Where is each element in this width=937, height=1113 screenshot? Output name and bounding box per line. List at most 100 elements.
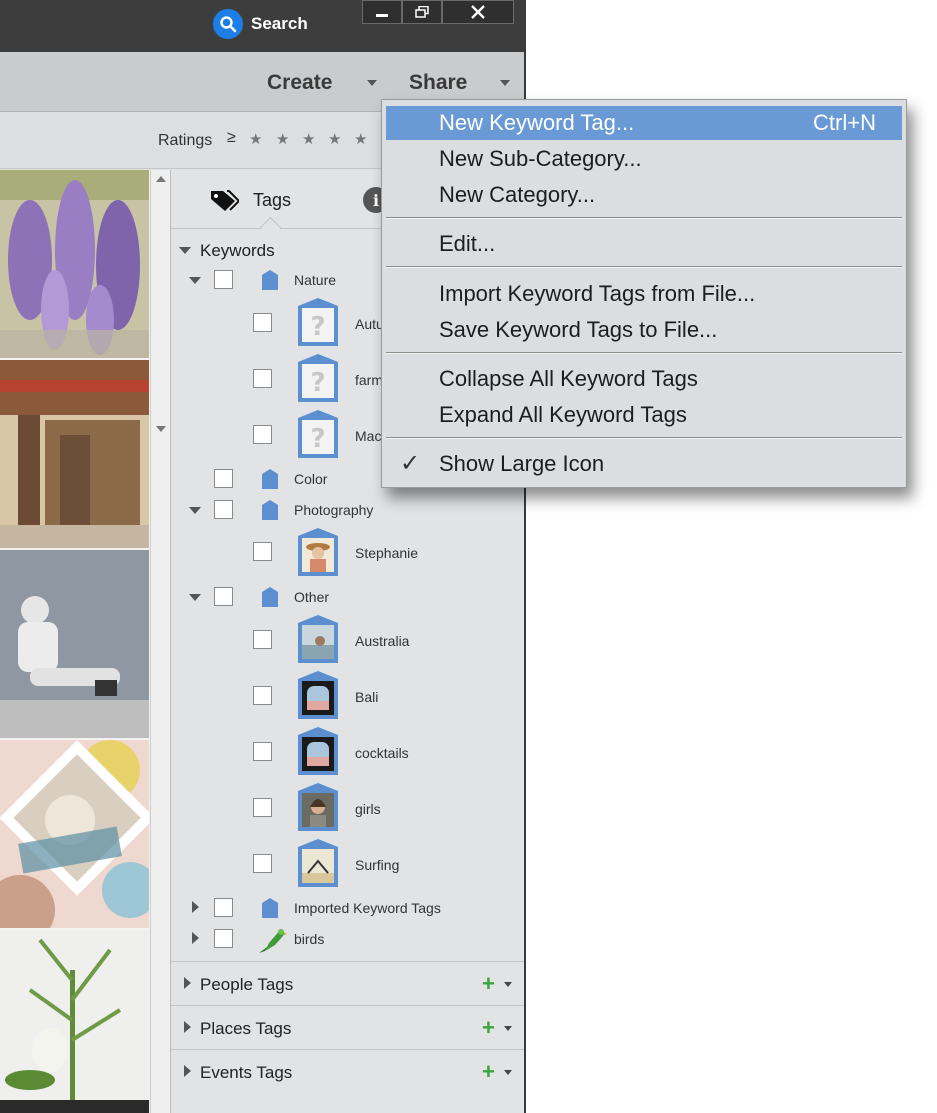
menu-item-collapse-all[interactable]: Collapse All Keyword Tags [386,362,902,396]
category-icon [262,469,278,489]
collapse-icon[interactable] [179,247,191,254]
photo-thumbnail[interactable] [0,360,149,548]
tag-checkbox[interactable] [253,742,272,761]
bird-icon [259,929,287,953]
tag-thumbnail [298,615,338,663]
menu-item-shortcut: Ctrl+N [813,110,876,135]
tab-indicator [259,216,282,239]
rating-star-1-icon[interactable]: ★ [249,130,262,148]
scroll-up-icon[interactable] [156,176,166,182]
section-label: Events Tags [200,1063,293,1082]
minimize-button[interactable] [362,0,402,24]
svg-text:?: ? [310,368,325,398]
section-label: Places Tags [200,1019,292,1038]
expand-icon[interactable] [184,977,191,989]
tag-thumbnail [298,671,338,719]
photo-thumbnail[interactable] [0,170,149,358]
rating-star-2-icon[interactable]: ★ [276,130,289,148]
tag-label: farm [355,372,383,388]
expand-icon[interactable] [184,1065,191,1077]
menu-item-label: New Keyword Tag... [439,110,635,135]
menu-item-expand-all[interactable]: Expand All Keyword Tags [386,398,902,432]
add-icon[interactable]: + [482,971,495,997]
close-button[interactable] [442,0,514,24]
share-button[interactable]: Share [409,71,467,95]
photo-thumbnail[interactable] [0,550,149,738]
title-bar: Search [0,0,524,52]
rating-star-3-icon[interactable]: ★ [302,130,315,148]
tab-tags[interactable]: Tags [209,188,291,212]
create-dropdown-icon[interactable] [367,80,377,86]
tag-checkbox[interactable] [253,542,272,561]
tag-checkbox[interactable] [253,369,272,388]
tag-checkbox[interactable] [214,270,233,289]
collapse-icon[interactable] [189,507,201,514]
chevron-down-icon[interactable] [504,1026,512,1031]
menu-item-label: Collapse All Keyword Tags [439,366,698,391]
menu-item-show-large-icon[interactable]: ✓ Show Large Icon [386,447,902,481]
menu-item-import-keyword-tags[interactable]: Import Keyword Tags from File... [386,277,902,311]
tag-category-imported[interactable]: Imported Keyword Tags [171,896,524,920]
collapse-icon[interactable] [189,594,201,601]
rating-star-4-icon[interactable]: ★ [328,130,341,148]
menu-separator [386,437,902,439]
menu-item-label: Import Keyword Tags from File... [439,281,756,306]
menu-item-new-category[interactable]: New Category... [386,178,902,212]
share-dropdown-icon[interactable] [500,80,510,86]
restore-button[interactable] [402,0,442,24]
add-icon[interactable]: + [482,1015,495,1041]
tag-checkbox[interactable] [253,425,272,444]
rating-star-5-icon[interactable]: ★ [354,130,367,148]
tag-checkbox[interactable] [214,469,233,488]
add-icon[interactable]: + [482,1059,495,1085]
tag-label: Australia [355,633,410,649]
tag-checkbox[interactable] [253,854,272,873]
scroll-down-icon[interactable] [156,426,166,432]
tag-label: Other [294,589,330,605]
tag-item[interactable]: Stephanie [171,528,524,578]
search-label: Search [251,14,308,33]
tag-category-birds[interactable]: birds [171,927,524,953]
menu-item-edit[interactable]: Edit... [386,227,902,261]
tag-item[interactable]: Australia [171,615,524,665]
tag-checkbox[interactable] [214,929,233,948]
tag-checkbox[interactable] [253,798,272,817]
unknown-image-icon: ? [298,410,338,458]
unknown-image-icon: ? [298,354,338,402]
category-icon [262,500,278,520]
svg-text:?: ? [310,312,325,342]
tag-checkbox[interactable] [214,500,233,519]
menu-item-new-keyword-tag[interactable]: New Keyword Tag... Ctrl+N [386,106,902,140]
tag-category-other[interactable]: Other [171,585,524,609]
events-tags-section[interactable]: Events Tags + [171,1049,524,1094]
tag-label: Stephanie [355,545,419,561]
menu-item-save-keyword-tags[interactable]: Save Keyword Tags to File... [386,313,902,347]
photo-thumbnail[interactable] [0,740,149,928]
tag-item[interactable]: Surfing [171,839,524,889]
expand-icon[interactable] [192,932,199,944]
expand-icon[interactable] [192,901,199,913]
menu-item-new-sub-category[interactable]: New Sub-Category... [386,142,902,176]
tag-item[interactable]: cocktails [171,727,524,777]
tag-checkbox[interactable] [214,587,233,606]
tag-label: Photography [294,502,374,518]
chevron-down-icon[interactable] [504,982,512,987]
collapse-icon[interactable] [189,277,201,284]
expand-icon[interactable] [184,1021,191,1033]
create-button[interactable]: Create [267,71,332,95]
tag-checkbox[interactable] [253,686,272,705]
people-tags-section[interactable]: People Tags + [171,961,524,1006]
tag-checkbox[interactable] [253,313,272,332]
tag-item[interactable]: Bali [171,671,524,721]
tag-checkbox[interactable] [214,898,233,917]
media-grid-scrollbar[interactable] [150,170,171,1113]
media-grid [0,170,150,1113]
photo-thumbnail[interactable] [0,930,149,1113]
tag-item[interactable]: girls [171,783,524,833]
places-tags-section[interactable]: Places Tags + [171,1005,524,1050]
chevron-down-icon[interactable] [504,1070,512,1075]
tag-category-photography[interactable]: Photography [171,498,524,522]
ratings-operator[interactable]: ≥ [227,129,236,147]
tag-checkbox[interactable] [253,630,272,649]
search-button[interactable]: Search [213,9,308,39]
